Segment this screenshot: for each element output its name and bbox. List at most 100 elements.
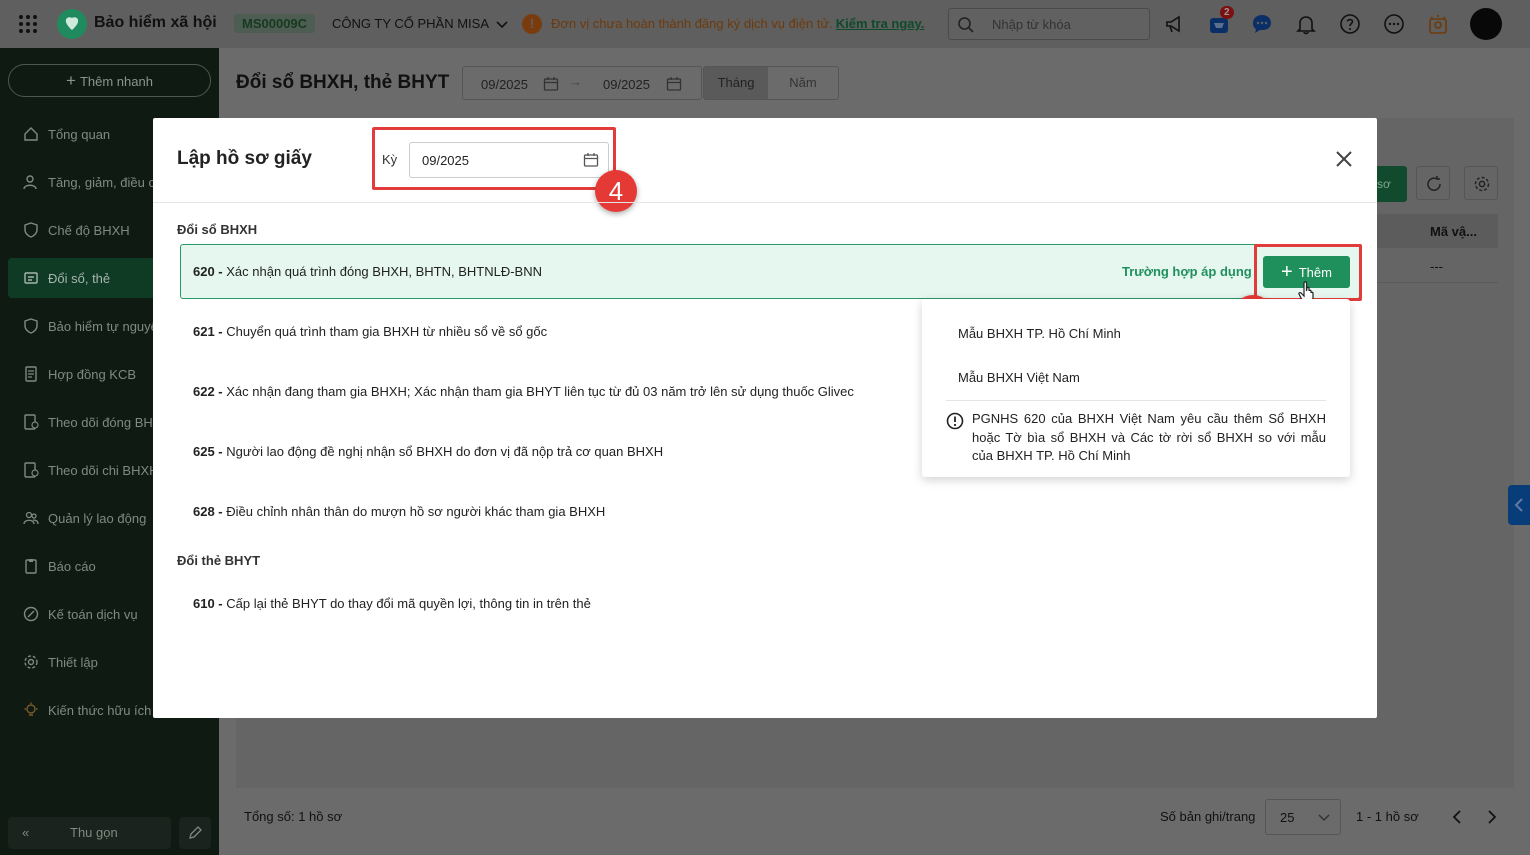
- quick-add-button[interactable]: + Thêm nhanh: [8, 64, 211, 97]
- cart-badge: 2: [1220, 6, 1234, 19]
- row-label: Xác nhận quá trình đóng BHXH, BHTN, BHTN…: [226, 264, 543, 279]
- search-box[interactable]: Nhập từ khóa: [948, 8, 1150, 40]
- plus-icon: +: [1281, 261, 1293, 283]
- more-icon[interactable]: [1383, 13, 1405, 35]
- per-page-value: 25: [1280, 810, 1295, 825]
- warning-text: Đơn vị chưa hoàn thành đăng ký dịch vụ đ…: [551, 16, 833, 31]
- apps-grid-icon[interactable]: [18, 14, 38, 34]
- section-card-heading: Đổi thẻ BHYT: [177, 553, 261, 568]
- calendar-icon: [543, 77, 559, 91]
- list-item[interactable]: 621 - Chuyển quá trình tham gia BHXH từ …: [193, 324, 547, 339]
- date-from[interactable]: 09/2025: [481, 77, 528, 92]
- period-tabs: Tháng Năm: [703, 66, 839, 100]
- applicable-cases-link[interactable]: Trường hợp áp dụng: [1122, 264, 1252, 279]
- dialog-title: Lập hồ sơ giấy: [177, 148, 312, 169]
- page-range: 1 - 1 hồ sơ: [1356, 809, 1419, 824]
- settings-button[interactable]: [1464, 166, 1498, 200]
- sidebar-item-label: Tổng quan: [48, 126, 111, 142]
- template-dropdown: Mẫu BHXH TP. Hồ Chí Minh Mẫu BHXH Việt N…: [922, 299, 1350, 477]
- list-item[interactable]: 628 - Điều chỉnh nhân thân do mượn hồ sơ…: [193, 504, 605, 519]
- row-code: 621 -: [193, 324, 223, 339]
- plus-icon: +: [66, 71, 76, 90]
- search-input[interactable]: Nhập từ khóa: [992, 17, 1071, 32]
- refresh-icon: [1427, 176, 1441, 191]
- help-icon[interactable]: [1339, 13, 1361, 35]
- row-label: Người lao động đề nghị nhận sổ BHXH do đ…: [226, 444, 664, 459]
- shield-icon: [22, 317, 40, 335]
- pencil-icon: [189, 826, 202, 839]
- sidebar-item-label: Hợp đồng KCB: [48, 366, 137, 382]
- bell-icon[interactable]: [1295, 13, 1317, 35]
- add-label: Thêm: [1298, 264, 1332, 280]
- avatar[interactable]: [1470, 8, 1502, 40]
- row-code: 628 -: [193, 504, 223, 519]
- track-pay-icon: [22, 413, 40, 431]
- company-name: CÔNG TY CỔ PHẦN MISA: [332, 16, 489, 31]
- sidebar-item-label: Thiết lập: [48, 654, 98, 670]
- dropdown-item-vietnam[interactable]: Mẫu BHXH Việt Nam: [958, 370, 1080, 385]
- create-paper-dossier-dialog: Lập hồ sơ giấy Kỳ 09/2025 4 Đổi sổ BHXH …: [153, 118, 1377, 718]
- page-title: Đổi sổ BHXH, thẻ BHYT: [236, 72, 450, 93]
- row-label: Cấp lại thẻ BHYT do thay đổi mã quyền lợ…: [226, 596, 591, 611]
- table-cell: ---: [1430, 259, 1443, 274]
- close-icon[interactable]: [1335, 150, 1353, 168]
- user-adjust-icon: [22, 173, 40, 191]
- list-item[interactable]: 622 - Xác nhận đang tham gia BHXH; Xác n…: [193, 384, 854, 399]
- sidebar-item-label: Quản lý lao động: [48, 510, 147, 526]
- collapse-sidebar-button[interactable]: « Thu gọn: [8, 817, 171, 849]
- row-label: Chuyển quá trình tham gia BHXH từ nhiều …: [226, 324, 548, 339]
- report-icon: [22, 557, 40, 575]
- total-count: Tổng số: 1 hồ sơ: [244, 809, 343, 824]
- list-item[interactable]: 625 - Người lao động đề nghị nhận sổ BHX…: [193, 444, 663, 459]
- chevron-down-icon: [1318, 814, 1330, 822]
- sidebar-item-label: Kế toán dịch vụ: [48, 606, 138, 622]
- dialog-header-divider: [153, 202, 1377, 203]
- column-header[interactable]: Mã vậ...: [1430, 224, 1477, 239]
- warning-icon: !: [522, 14, 542, 34]
- people-icon: [22, 509, 40, 527]
- warning-message: Đơn vị chưa hoàn thành đăng ký dịch vụ đ…: [551, 16, 924, 31]
- edit-button[interactable]: [179, 817, 211, 849]
- create-record-button[interactable]: sơ: [1377, 166, 1407, 202]
- list-item-selected[interactable]: 620 - Xác nhận quá trình đóng BHXH, BHTN…: [180, 244, 1360, 299]
- sidebar-item-label: Chế độ BHXH: [48, 222, 130, 238]
- create-record-label: sơ: [1377, 177, 1391, 191]
- accounting-icon: [22, 605, 40, 623]
- pagination-bar: Tổng số: 1 hồ sơ Số bản ghi/trang 25 1 -…: [236, 790, 1514, 845]
- row-label: Điều chỉnh nhân thân do mượn hồ sơ người…: [226, 504, 606, 519]
- megaphone-icon[interactable]: [1164, 13, 1186, 35]
- side-panel-toggle[interactable]: [1508, 485, 1530, 525]
- top-bar: Bảo hiểm xã hội MS00009C CÔNG TY CỔ PHẦN…: [0, 0, 1530, 48]
- card-swap-icon: [22, 269, 40, 287]
- sidebar-item-label: Bảo hiểm tự nguyện: [48, 318, 166, 334]
- quick-add-label: Thêm nhanh: [79, 74, 153, 89]
- calendar-icon: [666, 77, 682, 91]
- section-book-heading: Đổi sổ BHXH: [177, 222, 258, 237]
- dropdown-item-hcm[interactable]: Mẫu BHXH TP. Hồ Chí Minh: [958, 326, 1121, 341]
- lightbulb-icon[interactable]: [1427, 13, 1449, 35]
- gear-icon: [22, 653, 40, 671]
- list-item[interactable]: 610 - Cấp lại thẻ BHYT do thay đổi mã qu…: [193, 596, 591, 611]
- check-now-link[interactable]: Kiểm tra ngay.: [836, 16, 925, 31]
- tab-year[interactable]: Năm: [768, 67, 838, 99]
- app-logo[interactable]: [57, 9, 87, 39]
- date-to[interactable]: 09/2025: [603, 77, 650, 92]
- row-code: 622 -: [193, 384, 223, 399]
- per-page-select[interactable]: 25: [1265, 799, 1341, 835]
- sidebar-item-label: Kiến thức hữu ích: [48, 702, 152, 718]
- dropdown-divider: [946, 400, 1326, 401]
- refresh-button[interactable]: [1416, 166, 1450, 200]
- app-title: Bảo hiểm xã hội: [94, 14, 217, 31]
- highlight-period: [372, 127, 616, 190]
- per-page-label: Số bản ghi/trang: [1160, 809, 1256, 824]
- chat-icon[interactable]: [1251, 13, 1273, 35]
- row-code: 625 -: [193, 444, 223, 459]
- tab-month[interactable]: Tháng: [704, 67, 768, 99]
- date-range-picker[interactable]: 09/2025 → 09/2025: [462, 66, 702, 100]
- row-code: 610 -: [193, 596, 223, 611]
- chevron-left-icon: [1452, 810, 1461, 824]
- bulb-icon: [22, 701, 40, 719]
- company-selector[interactable]: CÔNG TY CỔ PHẦN MISA: [332, 16, 508, 31]
- info-icon: [946, 412, 964, 430]
- collapse-label: Thu gọn: [70, 825, 118, 840]
